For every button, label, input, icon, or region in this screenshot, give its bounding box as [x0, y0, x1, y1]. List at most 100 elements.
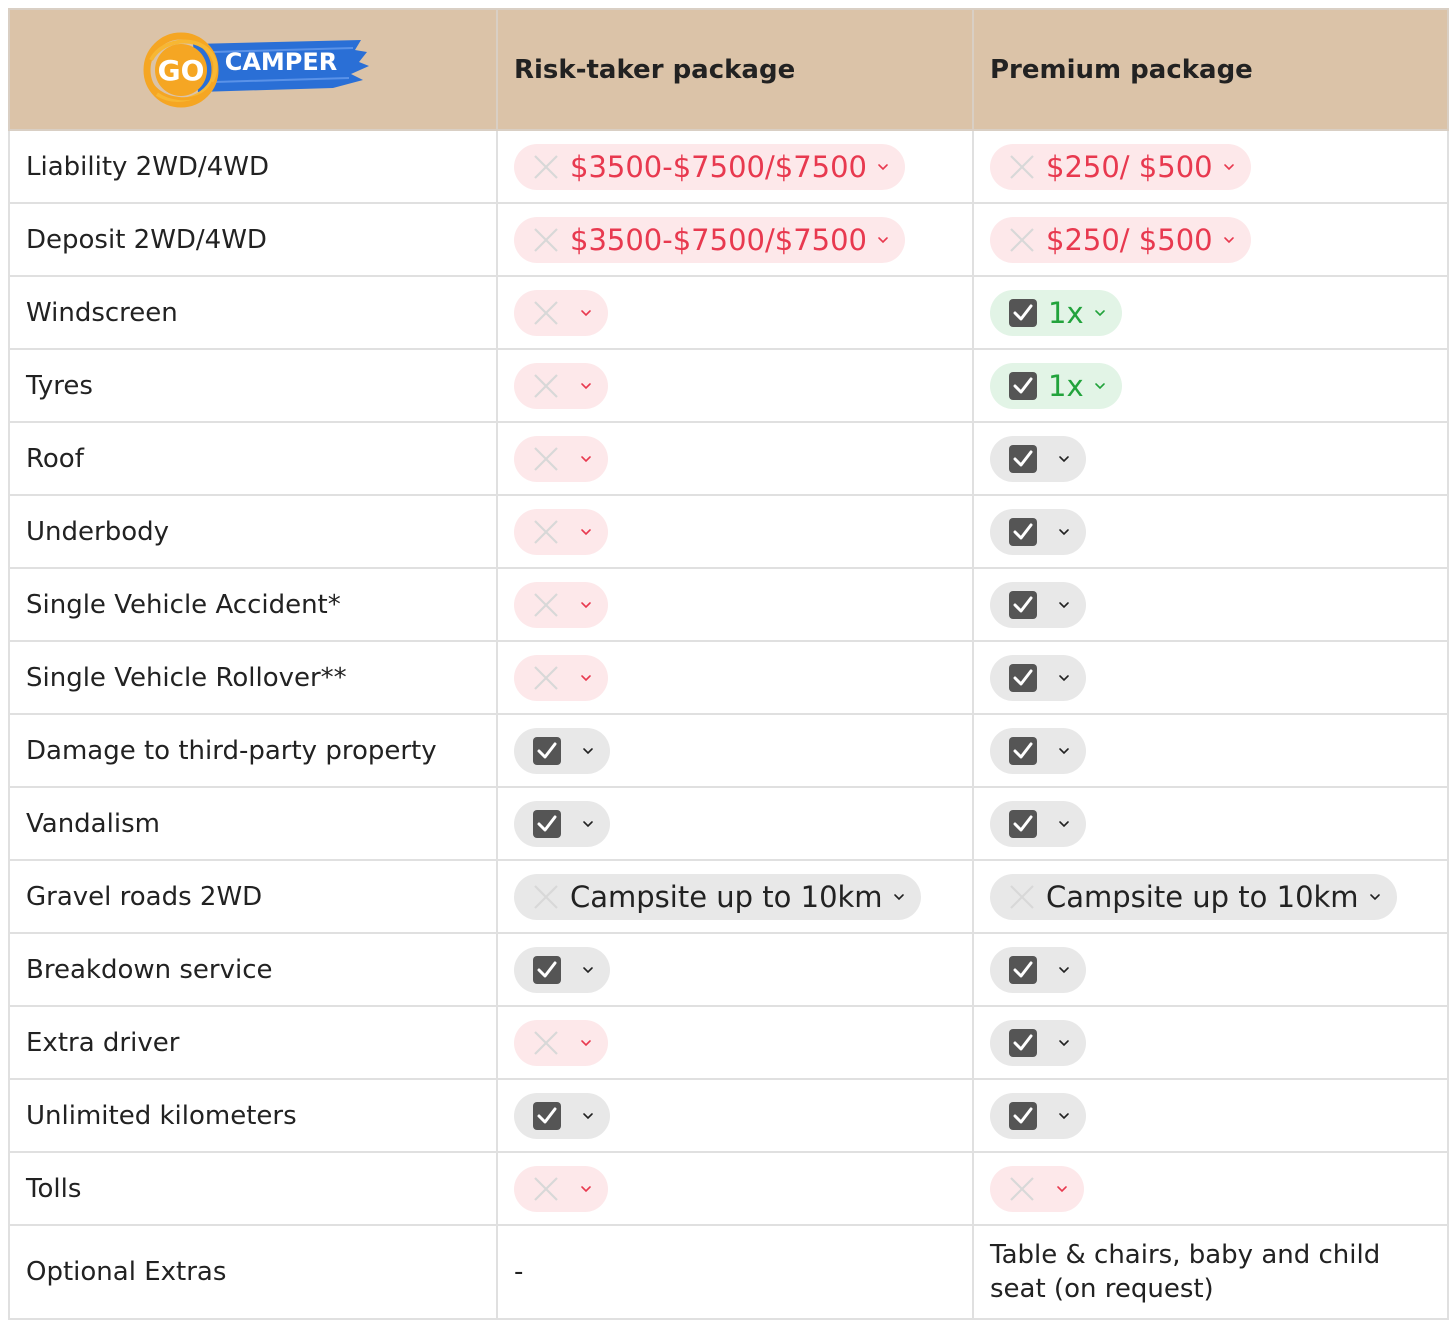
row-label: Tolls [8, 1151, 498, 1226]
checkbox-checked-icon [1009, 955, 1037, 984]
checkbox-checked-icon [1009, 1101, 1037, 1130]
checkbox-checked-icon [533, 1101, 561, 1130]
status-dropdown-not-included[interactable] [514, 581, 608, 628]
premium-cell [972, 1078, 1449, 1153]
table-row: Deposit 2WD/4WD $3500-$7500/$7500 $250/ $5… [8, 202, 1449, 277]
chevron-down-icon [1369, 893, 1380, 900]
premium-cell [972, 786, 1449, 861]
chevron-down-icon [1059, 1039, 1069, 1046]
table-row: Unlimited kilometers [8, 1078, 1449, 1153]
risk-taker-extras-text: - [496, 1224, 974, 1320]
cross-icon [534, 884, 558, 909]
checkbox-checked-icon [1009, 663, 1037, 692]
checkbox-checked-icon [1009, 371, 1037, 400]
risk-taker-cell [496, 275, 974, 350]
checkbox-checked-icon [1009, 517, 1037, 546]
status-dropdown-included[interactable]: 1x [990, 362, 1122, 409]
cross-icon [534, 154, 558, 179]
status-dropdown-included[interactable] [990, 800, 1086, 847]
status-dropdown-included[interactable] [990, 946, 1086, 993]
table-row: Single Vehicle Accident* [8, 567, 1449, 642]
chevron-down-icon [581, 674, 591, 681]
checkbox-checked-icon [1009, 444, 1037, 473]
status-dropdown-included[interactable] [514, 727, 610, 774]
cross-icon [534, 665, 558, 690]
row-label: Unlimited kilometers [8, 1078, 498, 1153]
row-label: Liability 2WD/4WD [8, 129, 498, 204]
chevron-down-icon [581, 528, 591, 535]
status-dropdown-included[interactable] [990, 654, 1086, 701]
row-label: Underbody [8, 494, 498, 569]
status-dropdown-not-included[interactable] [514, 1165, 608, 1212]
premium-cell [972, 932, 1449, 1007]
status-dropdown-included[interactable] [990, 581, 1086, 628]
status-dropdown-included[interactable] [514, 946, 610, 993]
status-dropdown-not-included[interactable]: $250/ $500 [990, 216, 1251, 263]
table-row: Roof [8, 421, 1449, 496]
status-dropdown-not-included[interactable] [990, 1165, 1084, 1212]
premium-cell [972, 421, 1449, 496]
premium-extras-text: Table & chairs, baby and child seat (on … [972, 1224, 1449, 1320]
column-header-premium: Premium package [972, 8, 1449, 131]
row-label: Tyres [8, 348, 498, 423]
checkbox-checked-icon [1009, 809, 1037, 838]
chevron-down-icon [893, 893, 904, 900]
chevron-down-icon [1059, 966, 1069, 973]
status-dropdown-not-included[interactable] [514, 435, 608, 482]
status-dropdown-included[interactable] [514, 1092, 610, 1139]
status-value: $3500-$7500/$7500 [570, 222, 867, 257]
premium-cell: 1x [972, 275, 1449, 350]
chevron-down-icon [583, 1112, 593, 1119]
risk-taker-cell [496, 1078, 974, 1153]
status-dropdown-not-included[interactable]: $3500-$7500/$7500 [514, 143, 905, 190]
status-dropdown-included[interactable] [990, 435, 1086, 482]
status-dropdown-included[interactable]: 1x [990, 289, 1122, 336]
risk-taker-cell: $3500-$7500/$7500 [496, 202, 974, 277]
status-value: 1x [1048, 368, 1084, 403]
status-dropdown-conditional[interactable]: Campsite up to 10km [514, 873, 921, 920]
risk-taker-cell [496, 494, 974, 569]
chevron-down-icon [1059, 601, 1069, 608]
cross-icon [534, 446, 558, 471]
status-dropdown-included[interactable] [990, 727, 1086, 774]
checkbox-checked-icon [1009, 1028, 1037, 1057]
row-label: Deposit 2WD/4WD [8, 202, 498, 277]
status-dropdown-not-included[interactable] [514, 654, 608, 701]
premium-cell: Campsite up to 10km [972, 859, 1449, 934]
cross-icon [534, 592, 558, 617]
status-dropdown-not-included[interactable] [514, 289, 608, 336]
premium-cell [972, 494, 1449, 569]
status-dropdown-not-included[interactable] [514, 1019, 608, 1066]
gocamper-logo: GO CAMPER [143, 32, 369, 107]
chevron-down-icon [1223, 236, 1234, 243]
status-dropdown-included[interactable] [990, 1092, 1086, 1139]
risk-taker-cell: $3500-$7500/$7500 [496, 129, 974, 204]
status-value: Campsite up to 10km [570, 879, 883, 914]
header-row: GO CAMPER Risk-taker package Premium pac… [8, 8, 1449, 131]
table-row: Windscreen 1x [8, 275, 1449, 350]
premium-cell [972, 1151, 1449, 1226]
status-dropdown-not-included[interactable] [514, 508, 608, 555]
chevron-down-icon [1094, 309, 1105, 316]
premium-cell [972, 640, 1449, 715]
status-dropdown-conditional[interactable]: Campsite up to 10km [990, 873, 1397, 920]
risk-taker-cell [496, 640, 974, 715]
chevron-down-icon [1059, 674, 1069, 681]
status-dropdown-not-included[interactable]: $250/ $500 [990, 143, 1251, 190]
table-row: Underbody [8, 494, 1449, 569]
row-label: Optional Extras [8, 1224, 498, 1320]
premium-cell: 1x [972, 348, 1449, 423]
chevron-down-icon [1223, 163, 1234, 170]
row-label: Windscreen [8, 275, 498, 350]
status-dropdown-not-included[interactable] [514, 362, 608, 409]
status-value: $250/ $500 [1046, 222, 1213, 257]
status-dropdown-included[interactable] [990, 1019, 1086, 1066]
cross-icon [534, 519, 558, 544]
chevron-down-icon [583, 747, 593, 754]
column-header-risk-taker: Risk-taker package [496, 8, 974, 131]
status-dropdown-not-included[interactable]: $3500-$7500/$7500 [514, 216, 905, 263]
table-row: Breakdown service [8, 932, 1449, 1007]
status-dropdown-included[interactable] [514, 800, 610, 847]
status-dropdown-included[interactable] [990, 508, 1086, 555]
chevron-down-icon [581, 455, 591, 462]
